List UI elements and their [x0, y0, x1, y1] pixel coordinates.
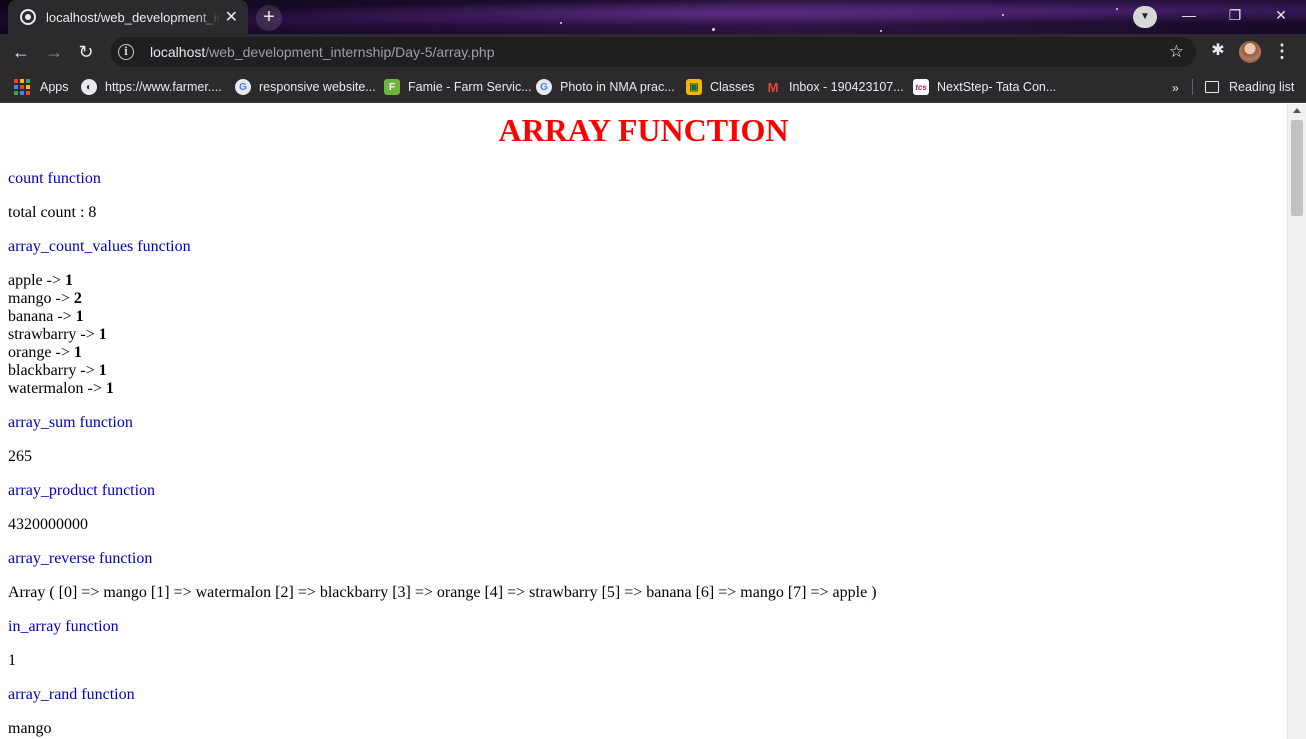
count-values-item: blackbarry -> 1: [8, 362, 107, 379]
close-window-button[interactable]: ✕: [1258, 0, 1304, 30]
globe-icon: ◐: [81, 79, 97, 95]
background-star: [560, 22, 562, 24]
array-rand-output: mango: [8, 720, 52, 737]
bookmark-label: responsive website...: [259, 80, 376, 94]
forward-button[interactable]: →: [40, 38, 68, 66]
bookmark-label: https://www.farmer....: [105, 80, 222, 94]
item-key: mango: [8, 290, 52, 307]
url-path: /web_development_internship/Day-5/array.…: [205, 44, 495, 60]
item-key: banana: [8, 308, 54, 325]
count-output: total count : 8: [8, 204, 97, 221]
reload-button[interactable]: ↻: [72, 38, 100, 66]
background-star: [712, 28, 715, 31]
in-array-output: 1: [8, 652, 16, 669]
background-star: [1116, 8, 1118, 10]
gmail-icon: M: [767, 79, 779, 95]
reading-list-button[interactable]: Reading list: [1205, 76, 1294, 98]
section-heading-array-product: array_product function: [8, 482, 156, 499]
tcs-icon: tcs: [913, 79, 929, 95]
count-values-item: orange -> 1: [8, 344, 82, 361]
bookmark-farmer[interactable]: ◐ https://www.farmer....: [81, 76, 222, 98]
bookmark-responsive-website[interactable]: G responsive website...: [235, 76, 376, 98]
count-values-item: watermalon -> 1: [8, 380, 114, 397]
reading-list-label: Reading list: [1229, 80, 1295, 94]
classroom-icon: ▣: [686, 79, 702, 95]
active-tab[interactable]: localhost/web_development_internship/Day…: [8, 0, 248, 34]
bookmark-inbox[interactable]: M Inbox - 190423107...: [765, 76, 904, 98]
bookmark-label: Photo in NMA prac...: [560, 80, 675, 94]
array-sum-output: 265: [8, 448, 32, 465]
array-product-output: 4320000000: [8, 516, 88, 533]
new-tab-button[interactable]: +: [256, 5, 282, 31]
tab-strip: localhost/web_development_internship/Day…: [0, 0, 1306, 34]
apps-grid-icon: [14, 79, 30, 95]
more-bookmarks-chevron-icon[interactable]: »: [1172, 81, 1179, 95]
item-key: watermalon: [8, 380, 84, 397]
item-value: 1: [98, 362, 107, 379]
back-button[interactable]: ←: [7, 38, 35, 66]
count-values-item: strawbarry -> 1: [8, 326, 107, 343]
scroll-up-arrow-icon[interactable]: [1293, 108, 1301, 113]
bookmark-nextstep[interactable]: tcs NextStep- Tata Con...: [913, 76, 1056, 98]
browser-menu-icon[interactable]: ⋮: [1272, 38, 1292, 64]
item-value: 1: [98, 326, 107, 343]
count-values-item: banana -> 1: [8, 308, 84, 325]
address-bar[interactable]: i localhost/web_development_internship/D…: [110, 37, 1196, 67]
bookmark-famie[interactable]: F Famie - Farm Servic...: [384, 76, 532, 98]
google-icon: G: [235, 79, 251, 95]
item-value: 1: [65, 272, 74, 289]
url-host: localhost: [150, 44, 206, 60]
item-key: orange: [8, 344, 52, 361]
bookmark-label: Famie - Farm Servic...: [408, 80, 532, 94]
bookmark-photo-nma[interactable]: G Photo in NMA prac...: [536, 76, 675, 98]
profile-avatar[interactable]: [1239, 41, 1261, 63]
famie-icon: F: [384, 79, 400, 95]
page-content: ARRAY FUNCTION count function total coun…: [0, 104, 1287, 739]
google-icon: G: [536, 79, 552, 95]
page-scrollbar[interactable]: [1287, 104, 1306, 739]
bookmarks-bar: Apps ◐ https://www.farmer.... G responsi…: [0, 70, 1306, 103]
bookmark-apps[interactable]: Apps: [14, 76, 69, 98]
item-value: 2: [73, 290, 82, 307]
extensions-puzzle-icon[interactable]: ✱: [1207, 38, 1229, 64]
browser-toolbar: ← → ↻ i localhost/web_development_intern…: [0, 34, 1306, 70]
item-key: apple: [8, 272, 43, 289]
item-value: 1: [75, 308, 84, 325]
item-key: blackbarry: [8, 362, 77, 379]
url-text[interactable]: localhost/web_development_internship/Day…: [150, 44, 495, 60]
globe-icon: [20, 9, 36, 25]
tab-title: localhost/web_development_internship/Day…: [46, 9, 221, 25]
background-star: [1002, 14, 1004, 16]
page-title: ARRAY FUNCTION: [498, 112, 789, 148]
background-star: [880, 30, 882, 32]
item-value: 1: [105, 380, 114, 397]
bookmark-classes[interactable]: ▣ Classes: [686, 76, 754, 98]
bookmark-label: Inbox - 190423107...: [789, 80, 904, 94]
section-heading-array-reverse: array_reverse function: [8, 550, 153, 567]
section-heading-in-array: in_array function: [8, 618, 119, 635]
bookmarks-divider: [1192, 79, 1193, 95]
item-key: strawbarry: [8, 326, 77, 343]
bookmark-star-icon[interactable]: ☆: [1169, 42, 1184, 62]
close-tab-icon[interactable]: ✕: [225, 7, 238, 27]
reading-list-icon: [1205, 81, 1219, 93]
array-reverse-output: Array ( [0] => mango [1] => watermalon […: [8, 584, 877, 601]
bookmark-label: NextStep- Tata Con...: [937, 80, 1057, 94]
bookmark-label: Classes: [710, 80, 755, 94]
count-values-item: apple -> 1: [8, 272, 74, 289]
restore-button[interactable]: ❐: [1212, 0, 1258, 30]
section-heading-array-sum: array_sum function: [8, 414, 133, 431]
bookmark-label: Apps: [40, 80, 69, 94]
site-info-icon[interactable]: i: [118, 44, 134, 60]
count-values-item: mango -> 2: [8, 290, 82, 307]
section-heading-array-rand: array_rand function: [8, 686, 135, 703]
section-heading-count: count function: [8, 170, 101, 187]
tab-search-icon[interactable]: ▼: [1133, 6, 1157, 28]
minimize-button[interactable]: —: [1166, 0, 1212, 30]
scrollbar-thumb[interactable]: [1291, 120, 1303, 216]
section-heading-array-count-values: array_count_values function: [8, 238, 191, 255]
item-value: 1: [73, 344, 82, 361]
